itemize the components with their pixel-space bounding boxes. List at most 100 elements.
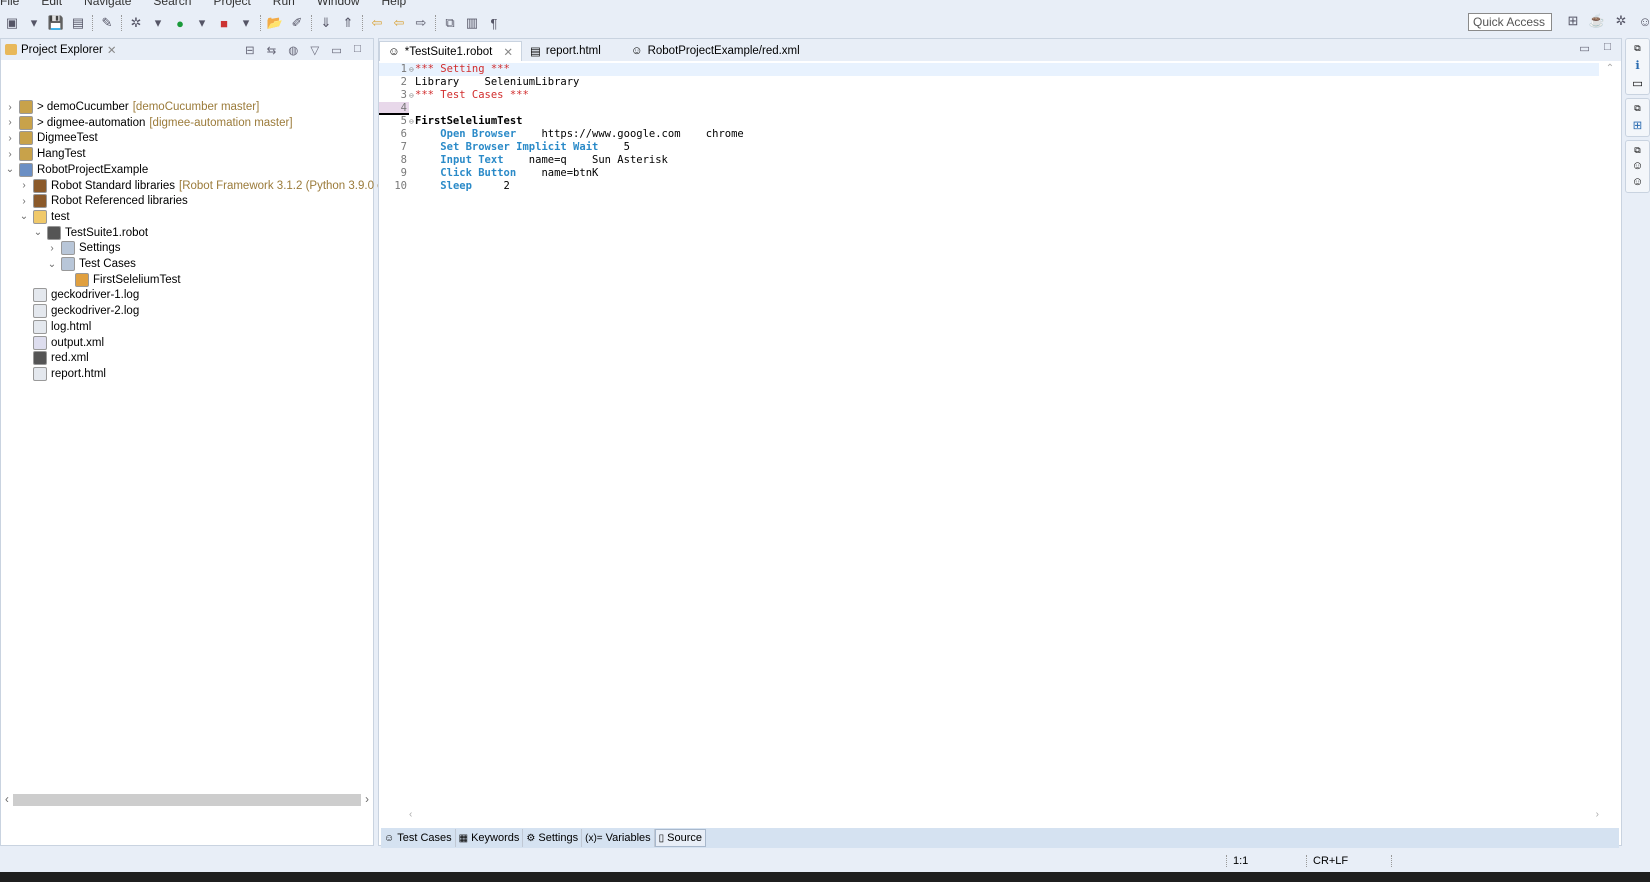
- maximize-icon[interactable]: □: [1604, 41, 1611, 55]
- expand-toggle[interactable]: ⌄: [19, 211, 29, 222]
- editor-tab[interactable]: ▤ report.html: [522, 41, 609, 61]
- tree-item[interactable]: ⌄ Test Cases: [47, 256, 136, 272]
- expand-toggle[interactable]: ⌄: [47, 259, 57, 270]
- save-icon[interactable]: 💾: [48, 15, 64, 31]
- tree-item-label: > demoCucumber: [37, 101, 129, 113]
- prev-annotation-icon[interactable]: ⇑: [340, 15, 356, 31]
- new-icon[interactable]: ▣: [4, 15, 20, 31]
- tree-item[interactable]: log.html: [19, 319, 91, 335]
- menu-item-search[interactable]: Search: [153, 0, 191, 8]
- whitespace-icon[interactable]: ¶: [486, 15, 502, 31]
- close-icon[interactable]: ✕: [503, 45, 513, 59]
- view-menu-icon[interactable]: ▽: [310, 43, 319, 57]
- external-tools-icon[interactable]: ■: [216, 15, 232, 31]
- run-icon[interactable]: ●: [172, 15, 188, 31]
- menu-item-edit[interactable]: Edit: [41, 0, 62, 8]
- hierarchy-icon[interactable]: ⊞: [1633, 118, 1643, 132]
- dropdown-icon[interactable]: ▾: [194, 15, 210, 31]
- tree-item[interactable]: › Settings: [47, 240, 121, 256]
- tree-item[interactable]: ⌄ RobotProjectExample: [5, 162, 148, 178]
- expand-toggle[interactable]: ›: [19, 180, 29, 191]
- code-token: Sleep: [440, 180, 472, 192]
- bottom-tab-source[interactable]: ▯ Source: [654, 829, 707, 847]
- expand-toggle[interactable]: ›: [47, 243, 57, 254]
- editor-tab[interactable]: ☺ *TestSuite1.robot ✕: [379, 41, 522, 61]
- debug-perspective-icon[interactable]: ✲: [1613, 13, 1629, 29]
- tree-item[interactable]: › DigmeeTest: [5, 130, 98, 146]
- dropdown-icon[interactable]: ▾: [26, 15, 42, 31]
- tree-item[interactable]: › Robot Standard libraries [Robot Framewor…: [19, 178, 423, 194]
- expand-toggle[interactable]: ⌄: [5, 164, 15, 175]
- outline-icon[interactable]: ℹ: [1635, 58, 1639, 72]
- tree-item[interactable]: › HangTest: [5, 146, 86, 162]
- vertical-scrollbar[interactable]: ⌃: [1603, 63, 1617, 811]
- forward-icon[interactable]: ⇨: [413, 15, 429, 31]
- close-icon[interactable]: ✕: [107, 43, 117, 57]
- bottom-tab-variables[interactable]: (x)= Variables: [582, 829, 655, 847]
- quick-access-input[interactable]: Quick Access: [1468, 13, 1552, 31]
- minimize-icon[interactable]: ▭: [1579, 41, 1590, 55]
- robot-view-icon[interactable]: ☺: [1632, 176, 1644, 188]
- bottom-tab-keywords[interactable]: ▦ Keywords: [456, 829, 524, 847]
- pin-icon[interactable]: ✐: [289, 15, 305, 31]
- next-annotation-icon[interactable]: ⇓: [318, 15, 334, 31]
- maximize-icon[interactable]: □: [354, 43, 361, 57]
- console-icon[interactable]: ▭: [1632, 76, 1643, 90]
- expand-toggle[interactable]: ›: [19, 196, 29, 207]
- minimize-icon[interactable]: ▭: [331, 43, 342, 57]
- bottom-tab-test-cases[interactable]: ☺ Test Cases: [381, 829, 456, 847]
- robot-perspective-icon[interactable]: ☺: [1637, 13, 1650, 29]
- project-explorer-title[interactable]: Project Explorer: [21, 44, 103, 56]
- collapse-all-icon[interactable]: ⊟: [245, 43, 255, 57]
- java-perspective-icon[interactable]: ☕: [1589, 13, 1605, 29]
- menu-item-window[interactable]: Window: [317, 0, 360, 8]
- tree-item[interactable]: geckodriver-1.log: [19, 287, 139, 303]
- menu-item-run[interactable]: Run: [273, 0, 295, 8]
- back-icon[interactable]: ⇦: [391, 15, 407, 31]
- last-edit-icon[interactable]: ⇦: [369, 15, 385, 31]
- tree-item-label: output.xml: [51, 336, 105, 349]
- menu-item-help[interactable]: Help: [382, 0, 407, 8]
- menu-item-file[interactable]: File: [0, 0, 19, 8]
- tree-item[interactable]: ⌄ test: [19, 209, 70, 225]
- robot-view-icon[interactable]: ☺: [1632, 160, 1644, 172]
- tree-item[interactable]: › Robot Referenced libraries: [19, 193, 188, 209]
- file-icon: [33, 288, 47, 303]
- dropdown-icon[interactable]: ▾: [150, 15, 166, 31]
- open-task-icon[interactable]: ⧉: [442, 15, 458, 31]
- open-folder-icon[interactable]: 📂: [267, 15, 283, 31]
- tree-item[interactable]: report.html: [19, 366, 106, 382]
- editor-tab[interactable]: ☺ RobotProjectExample/red.xml: [623, 41, 808, 61]
- tree-item[interactable]: FirstSeleliumTest: [61, 272, 181, 288]
- expand-toggle[interactable]: ›: [5, 102, 15, 113]
- expand-toggle[interactable]: ›: [5, 133, 15, 144]
- open-perspective-icon[interactable]: ⊞: [1565, 13, 1581, 29]
- horizontal-scrollbar[interactable]: ‹ ›: [5, 793, 369, 807]
- bottom-tab-label: Source: [667, 832, 703, 844]
- restore-icon[interactable]: ⧉: [1634, 43, 1640, 54]
- refactor-icon[interactable]: ✎: [99, 15, 115, 31]
- restore-icon[interactable]: ⧉: [1634, 103, 1640, 114]
- debug-icon[interactable]: ✲: [128, 15, 144, 31]
- tree-item[interactable]: geckodriver-2.log: [19, 303, 139, 319]
- expand-toggle[interactable]: ›: [5, 149, 15, 160]
- tree-item[interactable]: output.xml: [19, 335, 104, 351]
- code-editor[interactable]: 1 ⊖ *** Setting *** 2 Library SeleniumLibrar…: [379, 63, 1599, 193]
- link-editor-icon[interactable]: ⇆: [267, 43, 277, 57]
- save-all-icon[interactable]: ▤: [70, 15, 86, 31]
- bottom-tab-settings[interactable]: ⚙ Settings: [523, 829, 583, 847]
- restore-icon[interactable]: ⧉: [1634, 145, 1640, 156]
- block-selection-icon[interactable]: ▥: [464, 15, 480, 31]
- expand-toggle[interactable]: ⌄: [33, 227, 43, 238]
- editor-horizontal-scrollbar[interactable]: ‹ ›: [409, 809, 1599, 823]
- tree-item[interactable]: › > demoCucumber [demoCucumber master]: [5, 99, 259, 115]
- tree-item[interactable]: › > digmee-automation [digmee-automation m…: [5, 115, 293, 131]
- dropdown-icon[interactable]: ▾: [238, 15, 254, 31]
- tree-item[interactable]: red.xml: [19, 350, 89, 366]
- tree-item[interactable]: ⌄ TestSuite1.robot: [33, 225, 148, 241]
- menu-item-navigate[interactable]: Navigate: [84, 0, 131, 8]
- filter-icon[interactable]: ◍: [288, 43, 298, 57]
- menu-item-project[interactable]: Project: [213, 0, 250, 8]
- expand-toggle[interactable]: ›: [5, 117, 15, 128]
